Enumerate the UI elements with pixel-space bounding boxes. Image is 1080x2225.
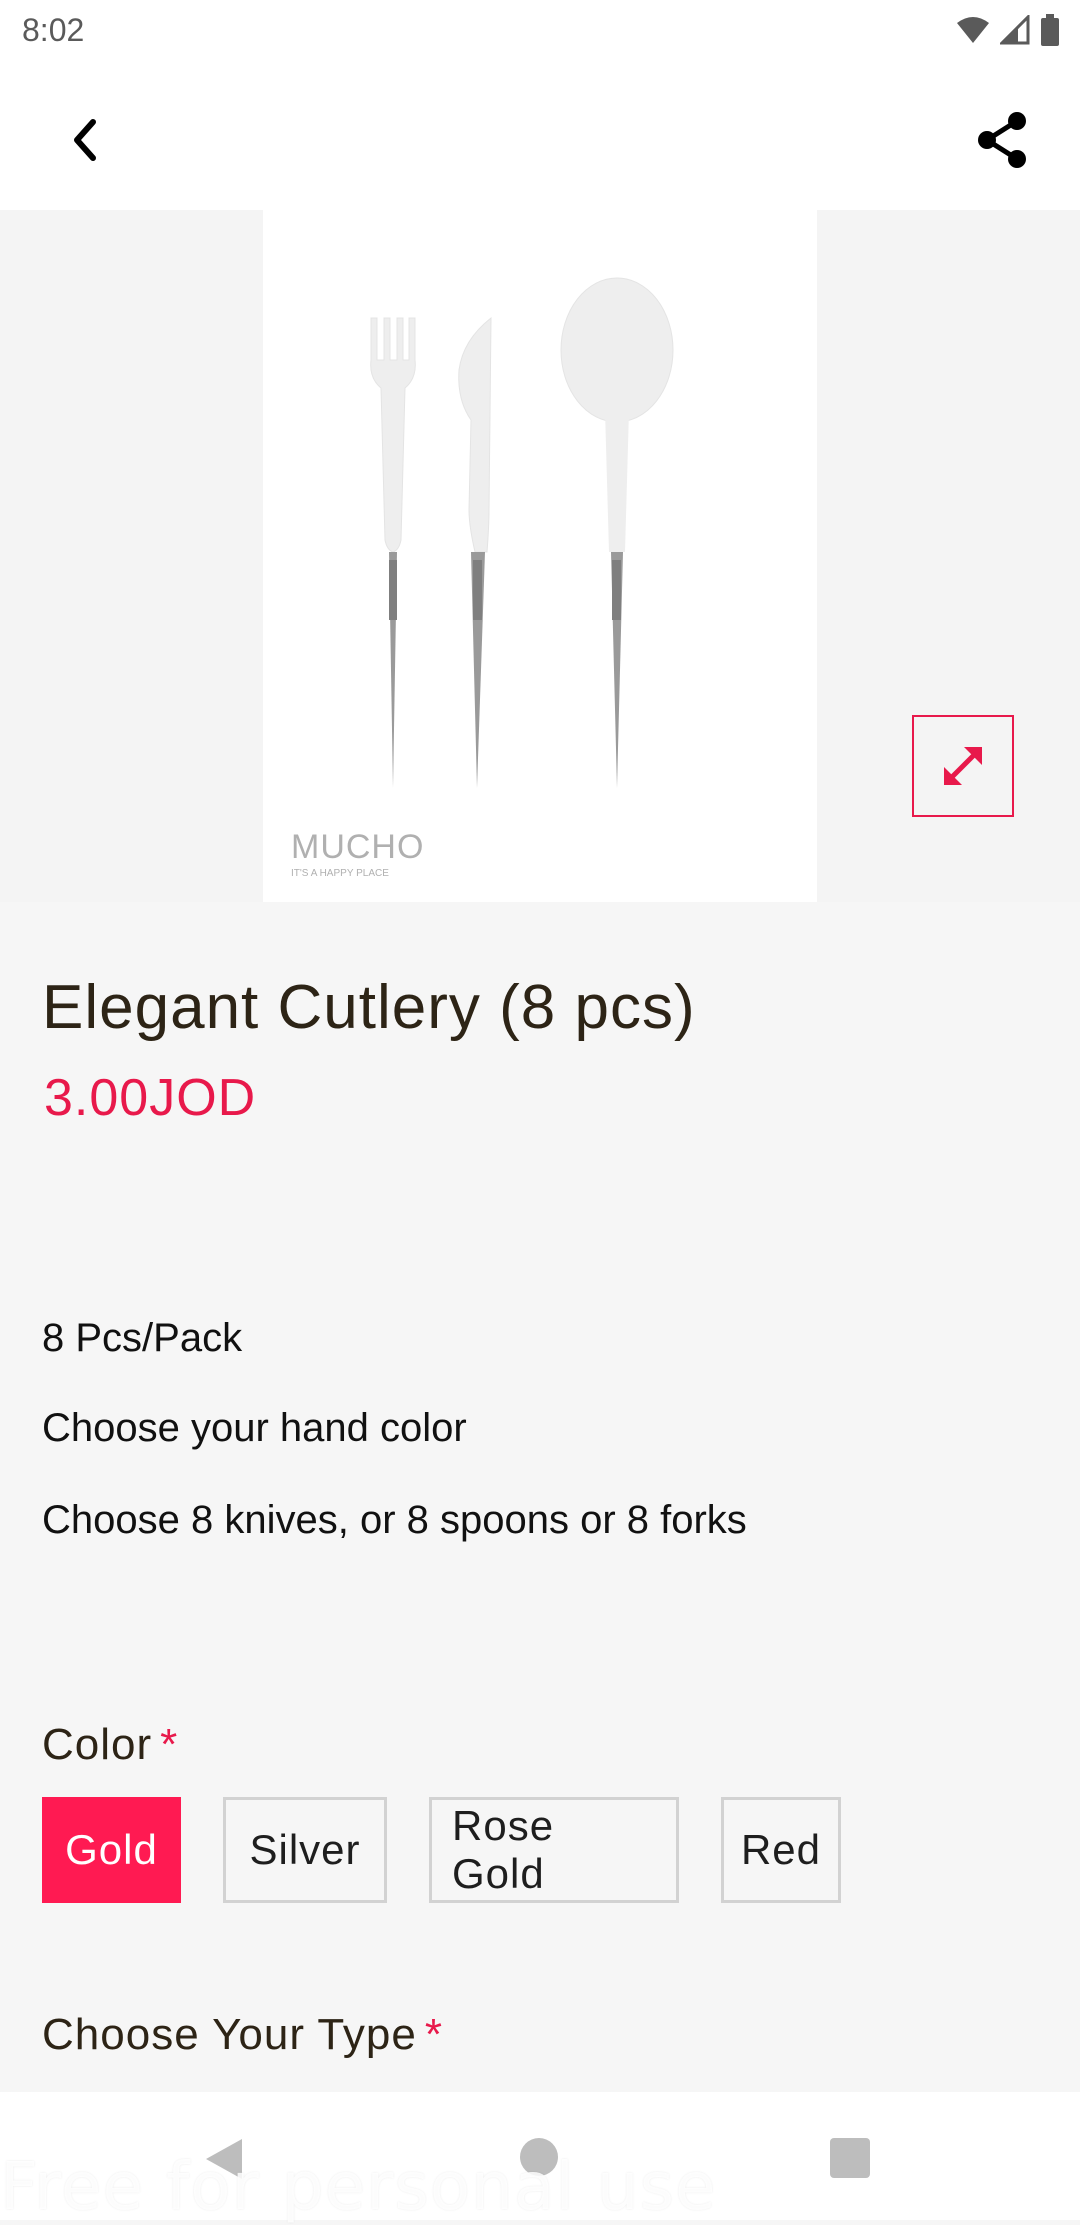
color-chip-red[interactable]: Red — [721, 1797, 841, 1903]
color-chip-silver[interactable]: Silver — [223, 1797, 387, 1903]
chevron-left-icon — [74, 119, 96, 161]
product-image[interactable]: MUCHO IT'S A HAPPY PLACE — [263, 210, 817, 902]
status-time: 8:02 — [22, 12, 85, 48]
color-option-label: Color * — [42, 1720, 178, 1770]
product-gallery: MUCHO IT'S A HAPPY PLACE — [0, 210, 1080, 902]
cutlery-illustration — [370, 277, 674, 788]
product-price: 3.00JOD — [44, 1069, 257, 1127]
product-title: Elegant Cutlery (8 pcs) — [42, 973, 696, 1042]
share-icon — [978, 112, 1026, 168]
app-header — [0, 64, 1080, 210]
nav-recents-icon[interactable] — [830, 2138, 870, 2178]
battery-icon — [1041, 14, 1059, 46]
color-chip-gold[interactable]: Gold — [42, 1797, 181, 1903]
color-label-text: Color — [42, 1720, 153, 1769]
svg-text:MUCHO: MUCHO — [291, 828, 424, 866]
fork-graphic — [370, 317, 416, 788]
description-line: Choose 8 knives, or 8 spoons or 8 forks — [42, 1498, 747, 1542]
brand-logo: MUCHO IT'S A HAPPY PLACE — [291, 826, 441, 882]
description-line: 8 Pcs/Pack — [42, 1316, 243, 1360]
required-mark: * — [424, 2010, 443, 2059]
watermark-text: Free for personal use — [0, 2148, 717, 2225]
color-chip-rose-gold[interactable]: Rose Gold — [429, 1797, 679, 1903]
type-option-label: Choose Your Type * — [42, 2010, 443, 2060]
svg-text:IT'S A HAPPY PLACE: IT'S A HAPPY PLACE — [291, 868, 389, 879]
expand-image-button[interactable] — [912, 715, 1014, 817]
type-label-text: Choose Your Type — [42, 2010, 417, 2059]
color-chip-group: Gold Silver Rose Gold Red — [42, 1797, 841, 1903]
back-button[interactable] — [48, 104, 120, 176]
spoon-graphic — [560, 277, 674, 788]
cell-signal-icon — [1000, 15, 1030, 45]
description-line: Choose your hand color — [42, 1406, 467, 1450]
expand-icon — [944, 747, 982, 785]
status-bar: 8:02 — [0, 0, 1080, 64]
status-icons — [956, 14, 1060, 46]
knife-graphic — [458, 316, 492, 788]
mucho-logo-icon: MUCHO IT'S A HAPPY PLACE — [291, 828, 424, 879]
share-button[interactable] — [964, 102, 1040, 178]
required-mark: * — [160, 1720, 179, 1769]
wifi-icon — [957, 17, 989, 43]
